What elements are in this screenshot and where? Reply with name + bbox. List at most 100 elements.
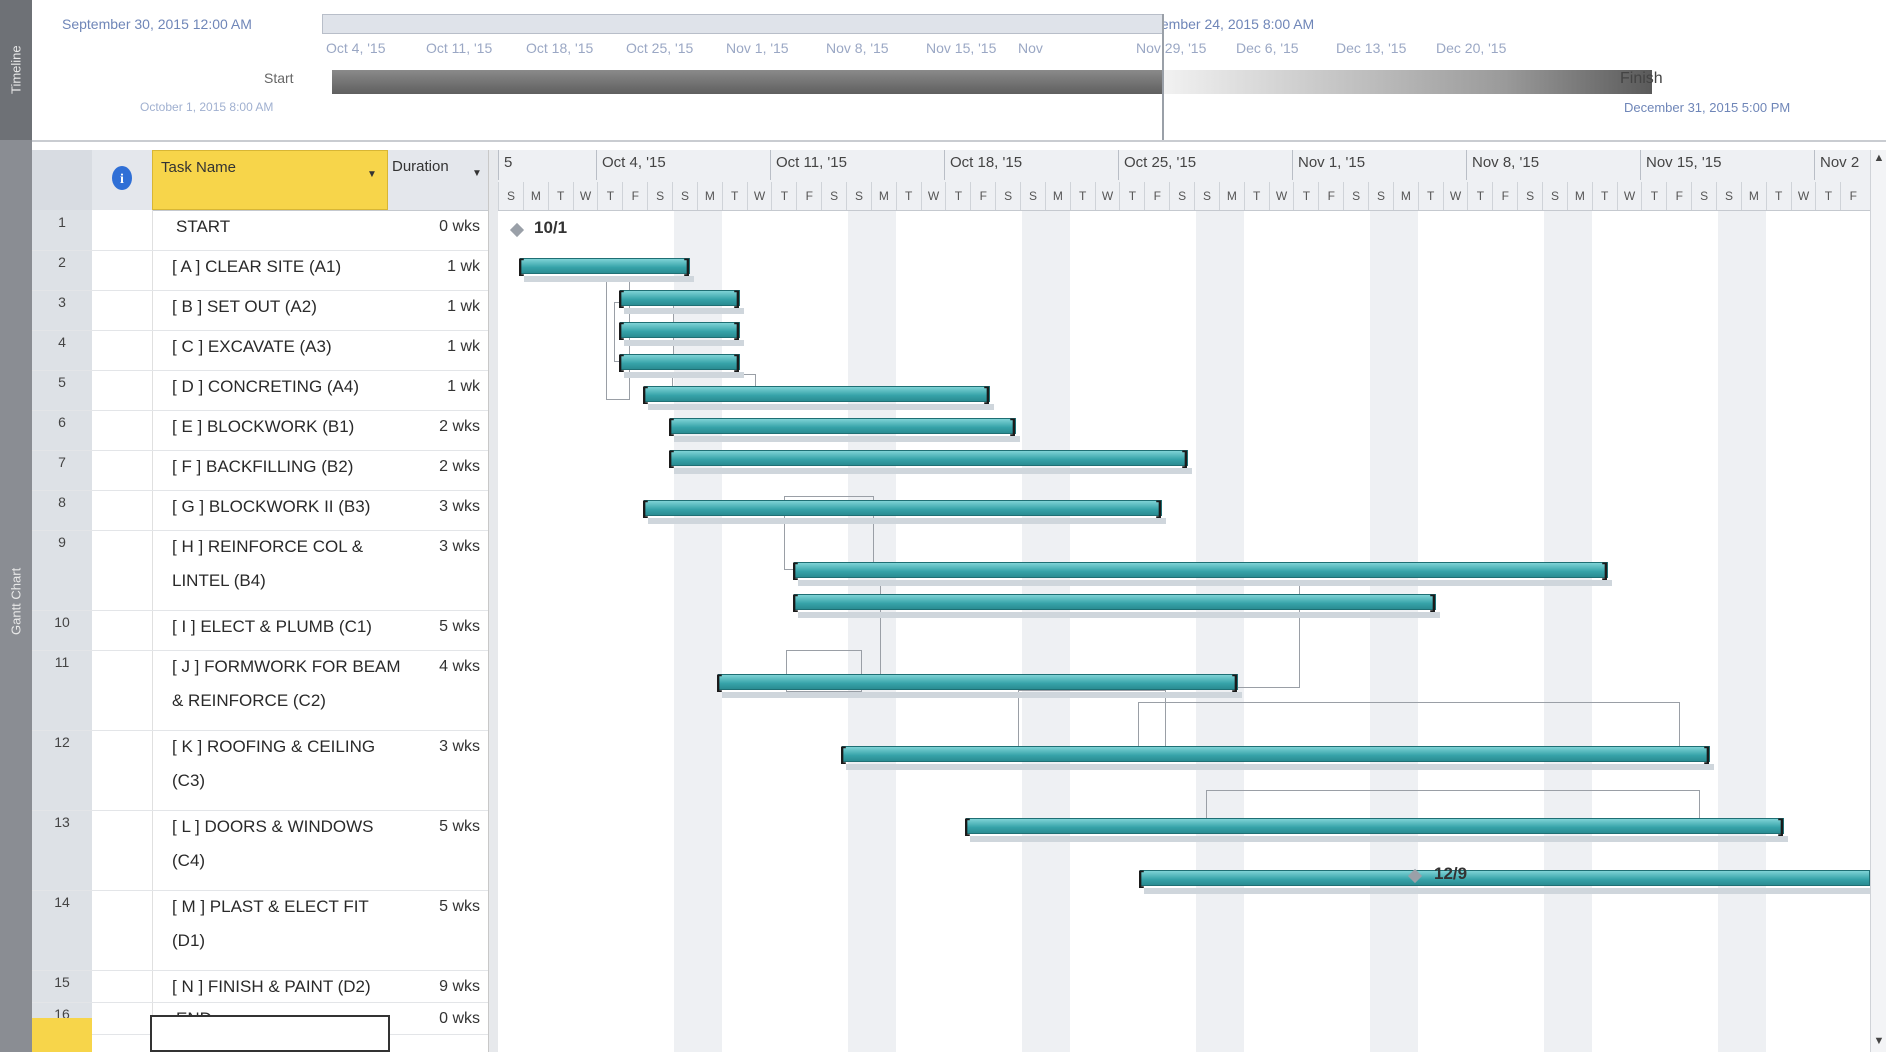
row-number[interactable]: 7 xyxy=(32,454,92,470)
task-name-cell[interactable]: START xyxy=(176,210,406,244)
task-bar[interactable] xyxy=(644,500,1162,516)
table-row[interactable]: 7 [ F ] BACKFILLING (B2) 2 wks xyxy=(32,450,492,491)
duration-cell[interactable]: 1 wk xyxy=(388,338,488,356)
duration-cell[interactable]: 3 wks xyxy=(388,738,488,756)
duration-cell[interactable]: 2 wks xyxy=(388,458,488,476)
table-row[interactable]: 5 [ D ] CONCRETING (A4) 1 wk xyxy=(32,370,492,411)
gantt-chart-area[interactable]: [] [] [] [] [] [] [] [] [] [] [] [] [] [10/1 12/9 xyxy=(498,150,1870,1052)
duration-column-header[interactable]: Duration ▼ xyxy=(388,150,492,210)
row-number[interactable]: 9 xyxy=(32,534,92,550)
task-bar[interactable] xyxy=(794,562,1608,578)
chevron-down-icon[interactable]: ▼ xyxy=(472,168,482,179)
info-column-header[interactable]: i xyxy=(92,150,152,210)
timescale-week-label: Oct 18, '15 xyxy=(950,154,1023,171)
duration-cell[interactable]: 9 wks xyxy=(388,978,488,996)
task-name-cell[interactable]: [ L ] DOORS & WINDOWS (C4) xyxy=(172,810,402,878)
task-name-cell[interactable]: [ N ] FINISH & PAINT (D2) xyxy=(172,970,402,1004)
row-number[interactable]: 15 xyxy=(32,974,92,990)
task-bar[interactable] xyxy=(670,418,1016,434)
row-number[interactable]: 6 xyxy=(32,414,92,430)
start-milestone-diamond[interactable] xyxy=(509,222,525,238)
task-name-column-header[interactable]: Task Name ▼ xyxy=(152,150,388,210)
bar-end-marker: ] xyxy=(1182,448,1188,468)
nonworking-time-shade xyxy=(1718,210,1766,1052)
timescale-day-label: T xyxy=(1591,182,1617,210)
timeline-panel[interactable]: September 30, 2015 12:00 AM November 24,… xyxy=(32,0,1886,142)
row-number[interactable]: 10 xyxy=(32,614,92,630)
timeline-tick-label: Oct 25, '15 xyxy=(626,40,694,56)
table-row[interactable]: 6 [ E ] BLOCKWORK (B1) 2 wks xyxy=(32,410,492,451)
table-row[interactable]: 8 [ G ] BLOCKWORK II (B3) 3 wks xyxy=(32,490,492,531)
table-row[interactable]: 14 [ M ] PLAST & ELECT FIT (D1) 5 wks xyxy=(32,890,492,971)
task-bar[interactable] xyxy=(520,258,690,274)
scroll-up-icon[interactable]: ▲ xyxy=(1871,152,1886,164)
task-name-cell[interactable]: [ D ] CONCRETING (A4) xyxy=(172,370,402,404)
duration-cell[interactable]: 3 wks xyxy=(388,538,488,556)
timeline-view-tab[interactable]: Timeline xyxy=(0,0,32,140)
task-bar[interactable] xyxy=(620,290,740,306)
row-number[interactable]: 13 xyxy=(32,814,92,830)
task-name-cell[interactable]: [ F ] BACKFILLING (B2) xyxy=(172,450,402,484)
table-row[interactable]: 13 [ L ] DOORS & WINDOWS (C4) 5 wks xyxy=(32,810,492,891)
task-name-cell[interactable]: [ A ] CLEAR SITE (A1) xyxy=(172,250,402,284)
task-name-cell[interactable]: [ G ] BLOCKWORK II (B3) xyxy=(172,490,402,524)
task-bar[interactable] xyxy=(670,450,1188,466)
table-row[interactable]: 12 [ K ] ROOFING & CEILING (C3) 3 wks xyxy=(32,730,492,811)
row-number[interactable]: 12 xyxy=(32,734,92,750)
task-name-cell[interactable]: [ K ] ROOFING & CEILING (C3) xyxy=(172,730,402,798)
chevron-down-icon[interactable]: ▼ xyxy=(367,169,377,180)
table-row[interactable]: 4 [ C ] EXCAVATE (A3) 1 wk xyxy=(32,330,492,371)
vertical-scrollbar[interactable]: ▲ ▼ xyxy=(1870,150,1886,1052)
row-number[interactable]: 3 xyxy=(32,294,92,310)
task-bar[interactable] xyxy=(620,354,740,370)
task-name-cell[interactable]: [ I ] ELECT & PLUMB (C1) xyxy=(172,610,402,644)
task-bar[interactable] xyxy=(718,674,1238,690)
task-bar[interactable] xyxy=(794,594,1436,610)
task-name-cell[interactable]: [ H ] REINFORCE COL & LINTEL (B4) xyxy=(172,530,402,598)
table-row[interactable]: 1 START 0 wks xyxy=(32,210,492,251)
timescale-week-separator xyxy=(1466,150,1467,180)
row-number[interactable]: 11 xyxy=(32,654,92,670)
row-number[interactable]: 14 xyxy=(32,894,92,910)
duration-cell[interactable]: 5 wks xyxy=(388,898,488,916)
timeline-tick-label: Nov 1, '15 xyxy=(726,40,789,56)
table-row[interactable]: 15 [ N ] FINISH & PAINT (D2) 9 wks xyxy=(32,970,492,1003)
task-name-cell[interactable]: [ E ] BLOCKWORK (B1) xyxy=(172,410,402,444)
row-number[interactable]: 5 xyxy=(32,374,92,390)
table-row[interactable]: 9 [ H ] REINFORCE COL & LINTEL (B4) 3 wks xyxy=(32,530,492,611)
duration-cell[interactable]: 5 wks xyxy=(388,818,488,836)
table-row[interactable]: 3 [ B ] SET OUT (A2) 1 wk xyxy=(32,290,492,331)
task-bar[interactable] xyxy=(966,818,1784,834)
task-bar[interactable] xyxy=(1140,870,1870,886)
row-number[interactable]: 2 xyxy=(32,254,92,270)
gantt-view-tab[interactable]: Gantt Chart xyxy=(0,150,32,1052)
duration-cell[interactable]: 2 wks xyxy=(388,418,488,436)
task-bar[interactable] xyxy=(842,746,1710,762)
scroll-down-icon[interactable]: ▼ xyxy=(1871,1035,1886,1047)
task-name-cell[interactable]: [ M ] PLAST & ELECT FIT (D1) xyxy=(172,890,402,958)
duration-cell[interactable]: 5 wks xyxy=(388,618,488,636)
table-row[interactable]: 2 [ A ] CLEAR SITE (A1) 1 wk xyxy=(32,250,492,291)
row-number[interactable]: 8 xyxy=(32,494,92,510)
select-all-corner[interactable] xyxy=(32,150,92,210)
duration-cell[interactable]: 1 wk xyxy=(388,298,488,316)
task-bar[interactable] xyxy=(644,386,990,402)
row-number[interactable]: 4 xyxy=(32,334,92,350)
task-name-cell[interactable]: [ J ] FORMWORK FOR BEAM & REINFORCE (C2) xyxy=(172,650,402,718)
duration-cell[interactable]: 0 wks xyxy=(388,1010,488,1028)
task-bar[interactable] xyxy=(620,322,740,338)
task-name-cell[interactable]: [ C ] EXCAVATE (A3) xyxy=(172,330,402,364)
duration-cell[interactable]: 1 wk xyxy=(388,258,488,276)
duration-cell[interactable]: 3 wks xyxy=(388,498,488,516)
task-name-cell[interactable]: [ B ] SET OUT (A2) xyxy=(172,290,402,324)
duration-cell[interactable]: 4 wks xyxy=(388,658,488,676)
duration-cell[interactable]: 1 wk xyxy=(388,378,488,396)
new-task-name-cell[interactable] xyxy=(150,1015,390,1052)
row-number[interactable]: 1 xyxy=(32,214,92,230)
timeline-ticks: Oct 4, '15 Oct 11, '15 Oct 18, '15 Oct 25, … xyxy=(32,0,1886,60)
table-row[interactable]: 10 [ I ] ELECT & PLUMB (C1) 5 wks xyxy=(32,610,492,651)
table-row[interactable]: 11 [ J ] FORMWORK FOR BEAM & REINFORCE (C… xyxy=(32,650,492,731)
timescale-day-label: S xyxy=(1194,182,1219,210)
timescale-day-label: W xyxy=(746,182,772,210)
duration-cell[interactable]: 0 wks xyxy=(388,218,488,236)
